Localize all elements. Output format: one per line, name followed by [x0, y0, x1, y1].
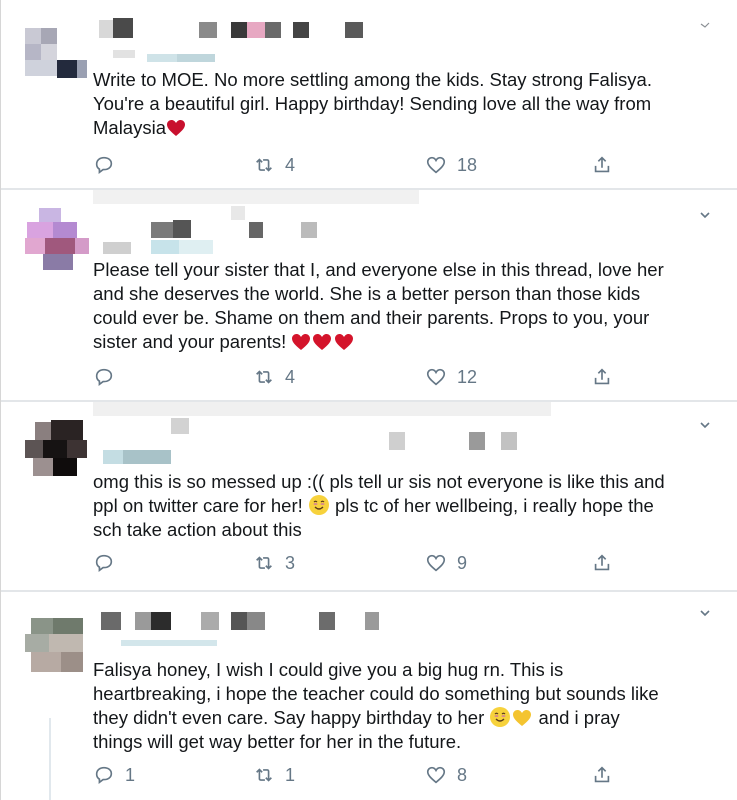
retweet-icon — [256, 158, 272, 172]
tweet-actions: 4 18 — [93, 152, 653, 178]
retweet-count: 3 — [285, 552, 296, 573]
like-icon — [426, 156, 446, 174]
tweet-3[interactable]: omg this is so messed up :(( pls tell ur… — [1, 402, 737, 592]
smiling-face-emoji-icon — [308, 495, 329, 515]
retweet-button[interactable]: 1 — [253, 762, 295, 788]
retweet-icon — [256, 370, 272, 384]
heart-emoji-icon — [292, 334, 311, 350]
like-button[interactable]: 18 — [425, 152, 477, 178]
reply-thread: Write to MOE. No more settling among the… — [0, 0, 737, 800]
reply-button[interactable] — [93, 364, 125, 390]
avatar[interactable] — [25, 208, 89, 272]
chevron-down-icon[interactable] — [698, 208, 712, 222]
tweet-text-part: Please tell your sister that I, and ever… — [93, 259, 664, 352]
avatar[interactable] — [25, 416, 89, 480]
tweet-text: Please tell your sister that I, and ever… — [93, 258, 713, 354]
share-button[interactable] — [591, 364, 613, 390]
tweet-actions: 1 1 8 — [93, 762, 653, 788]
tweet-4[interactable]: Falisya honey, I wish I could give you a… — [1, 592, 737, 800]
tweet-text: Write to MOE. No more settling among the… — [93, 68, 713, 140]
tweet-2[interactable]: Please tell your sister that I, and ever… — [1, 190, 737, 402]
avatar[interactable] — [25, 18, 89, 82]
reply-button[interactable] — [93, 550, 125, 576]
like-icon — [426, 554, 446, 572]
share-button[interactable] — [591, 152, 613, 178]
share-button[interactable] — [591, 762, 613, 788]
tweet-actions: 4 12 — [93, 364, 653, 390]
like-icon — [426, 766, 446, 784]
retweet-icon — [256, 556, 272, 570]
heart-emoji-icon — [313, 334, 332, 350]
retweet-icon — [256, 768, 272, 782]
share-icon — [594, 554, 610, 571]
tweet-text: Falisya honey, I wish I could give you a… — [93, 658, 713, 754]
share-icon — [594, 368, 610, 385]
reply-icon — [95, 554, 113, 572]
reply-count: 1 — [125, 764, 136, 785]
like-count: 12 — [457, 366, 478, 387]
tweet-actions: 3 9 — [93, 550, 653, 576]
retweet-count: 4 — [285, 154, 296, 175]
thread-line — [49, 718, 51, 800]
retweet-button[interactable]: 3 — [253, 550, 295, 576]
retweet-button[interactable]: 4 — [253, 364, 295, 390]
chevron-down-icon[interactable] — [698, 418, 712, 432]
tweet-1[interactable]: Write to MOE. No more settling among the… — [1, 0, 737, 190]
chevron-down-icon[interactable] — [698, 18, 712, 32]
avatar[interactable] — [25, 612, 89, 676]
like-button[interactable]: 12 — [425, 364, 477, 390]
chevron-down-icon[interactable] — [698, 606, 712, 620]
like-button[interactable]: 9 — [425, 550, 467, 576]
tweet-text: omg this is so messed up :(( pls tell ur… — [93, 470, 713, 542]
like-count: 8 — [457, 764, 468, 785]
like-count: 9 — [457, 552, 468, 573]
retweet-button[interactable]: 4 — [253, 152, 295, 178]
reply-icon — [95, 156, 113, 174]
retweet-count: 1 — [285, 764, 296, 785]
like-count: 18 — [457, 154, 478, 175]
reply-icon — [95, 766, 113, 784]
heart-emoji-icon — [335, 334, 354, 350]
smiling-face-emoji-icon — [490, 707, 511, 727]
reply-icon — [95, 368, 113, 386]
share-icon — [594, 156, 610, 173]
reply-button[interactable]: 1 — [93, 762, 135, 788]
retweet-count: 4 — [285, 366, 296, 387]
yellow-heart-emoji-icon — [513, 710, 532, 726]
like-button[interactable]: 8 — [425, 762, 467, 788]
like-icon — [426, 368, 446, 386]
reply-button[interactable] — [93, 152, 125, 178]
heart-emoji-icon — [167, 120, 185, 136]
share-button[interactable] — [591, 550, 613, 576]
share-icon — [594, 766, 610, 783]
